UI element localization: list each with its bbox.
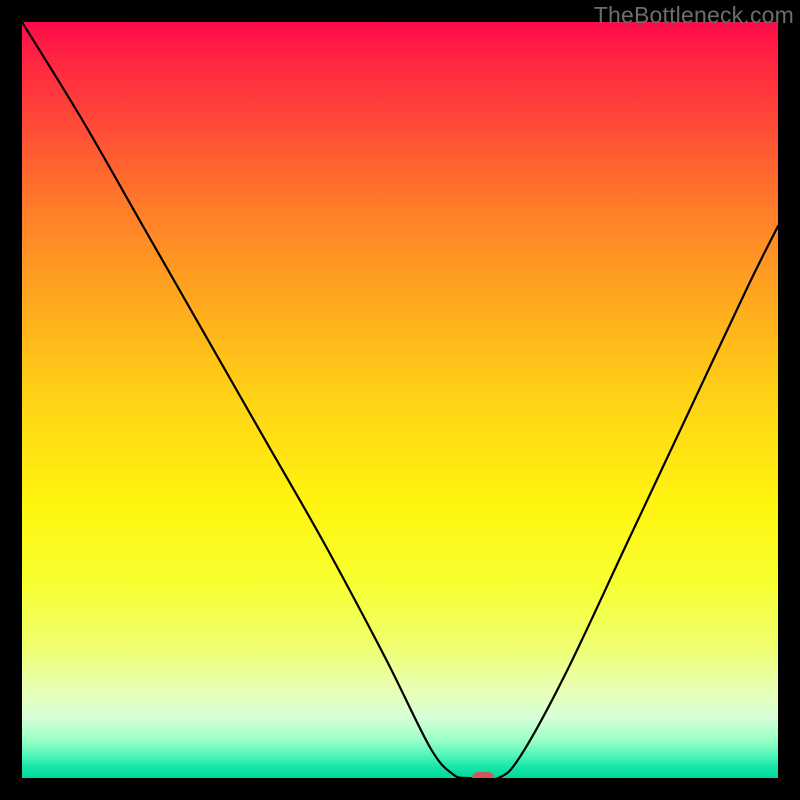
watermark-text: TheBottleneck.com [594,2,794,29]
chart-background: TheBottleneck.com [0,0,800,800]
plot-area [22,22,778,778]
bottleneck-curve [22,22,778,778]
optimal-point-marker [472,772,494,778]
